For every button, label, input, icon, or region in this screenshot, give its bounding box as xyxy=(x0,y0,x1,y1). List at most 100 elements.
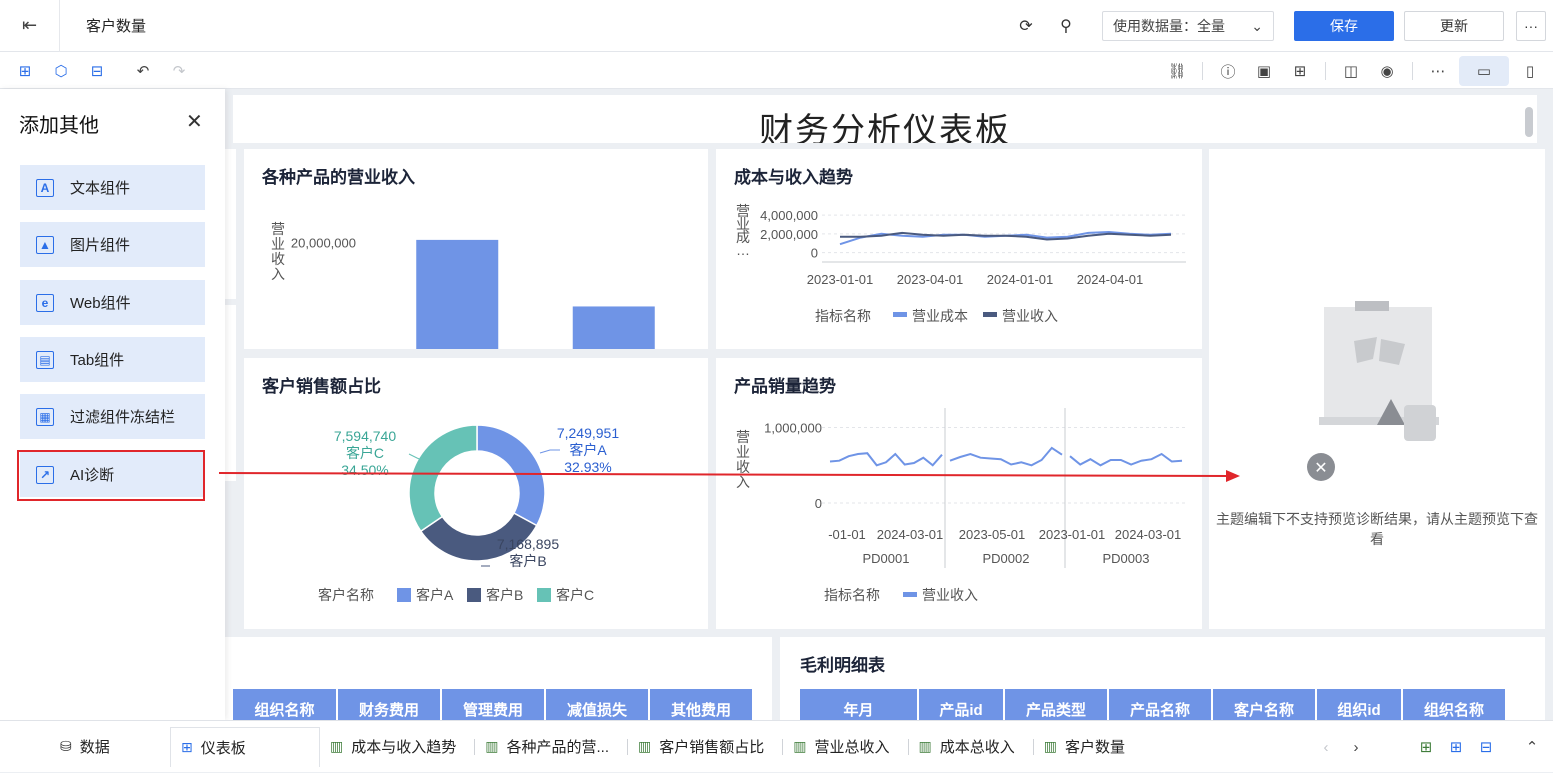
legend-label: 客户C xyxy=(556,587,594,603)
sidebar-item-filter-freeze-component[interactable]: ▦ 过滤组件冻结栏 xyxy=(20,394,205,439)
margin-table-panel[interactable]: 毛利明细表 年月 产品id 产品类型 产品名称 客户名称 组织id 组织名称 xyxy=(780,637,1545,729)
collapse-icon[interactable]: ⌃ xyxy=(1517,732,1547,762)
save-button[interactable]: 保存 xyxy=(1294,11,1394,41)
legend-label: 营业收入 xyxy=(1002,308,1058,324)
legend-label: 客户B xyxy=(486,587,523,603)
ai-diagnosis-panel[interactable]: ✕ 主题编辑下不支持预览诊断结果，请从主题预览下查看 xyxy=(1209,149,1545,629)
cost-trend-panel[interactable]: 成本与收入趋势 4,000,000 2,000,000 0 营业成… 2023-01-0… xyxy=(716,149,1202,349)
preview-icon[interactable]: ◉ xyxy=(1372,56,1402,86)
bar-chart: 20,000,0000营业收入CT0001CT0002 xyxy=(271,221,655,349)
redo-icon[interactable]: ↷ xyxy=(164,56,194,86)
divider xyxy=(1412,62,1413,80)
layout-icon[interactable]: ⊞ xyxy=(1285,56,1315,86)
illustration-tape xyxy=(1355,301,1389,311)
desktop-icon[interactable]: ▭ xyxy=(1459,56,1509,86)
mobile-icon[interactable]: ▯ xyxy=(1515,56,1545,86)
x-tick-label: 2024-03-01 xyxy=(1115,527,1182,542)
add-filter-icon[interactable]: ⬡ xyxy=(46,56,76,86)
bar xyxy=(572,306,655,349)
refresh-icon[interactable]: ⟳ xyxy=(1008,8,1044,44)
x-tick-label: 2023-01-01 xyxy=(807,272,874,287)
text-component-icon: A xyxy=(36,178,54,197)
sidebar-item-tab-component[interactable]: ▤ Tab组件 xyxy=(20,337,205,382)
update-button[interactable]: 更新 xyxy=(1404,11,1504,41)
top-actions: ⟳ ⚲ 使用数据量：全量 ⌄ 保存 更新 ··· xyxy=(1008,0,1553,52)
hidden-panel-left xyxy=(225,305,236,481)
expense-table-panel[interactable]: 组织名称 财务费用 管理费用 减值损失 其他费用 xyxy=(225,637,772,729)
add-story-icon[interactable]: ⊞ xyxy=(1441,732,1471,762)
component-icon: ▥ xyxy=(485,738,499,754)
series-line xyxy=(829,452,943,467)
x-tick-label: 2023-05-01 xyxy=(959,527,1026,542)
add-other-icon[interactable]: ⊟ xyxy=(82,56,112,86)
data-volume-select[interactable]: 使用数据量：全量 ⌄ xyxy=(1102,11,1274,41)
x-tick-label: -01-01 xyxy=(828,527,866,542)
add-dashboard-icon[interactable]: ⊞ xyxy=(1411,732,1441,762)
tab-label: 成本与收入趋势 xyxy=(351,739,457,756)
exit-icon[interactable]: ⇤ xyxy=(0,0,60,52)
facet-label: PD0001 xyxy=(863,551,910,566)
tab-1[interactable]: ⊞ 仪表板 xyxy=(170,726,320,767)
more-icon[interactable]: ··· xyxy=(1516,11,1546,41)
tab-2[interactable]: ▥ 成本与收入趋势 xyxy=(320,727,466,767)
data-volume-label: 使用数据量：全量 xyxy=(1113,18,1225,34)
sidebar-item-text-component[interactable]: A 文本组件 xyxy=(20,165,205,210)
tab-0[interactable]: ⛁ 数据 xyxy=(50,727,170,767)
tab-6[interactable]: ▥ 成本总收入 xyxy=(909,727,1025,767)
tab-4[interactable]: ▥ 客户销售额占比 xyxy=(628,727,774,767)
sidebar-item-image-component[interactable]: ▲ 图片组件 xyxy=(20,222,205,267)
illustration-cup xyxy=(1404,405,1436,441)
tab-label: 各种产品的营... xyxy=(506,739,609,756)
legend-title: 客户名称 xyxy=(318,587,374,603)
product-revenue-panel[interactable]: 各种产品的营业收入 20,000,0000营业收入CT0001CT0002 xyxy=(244,149,708,349)
add-component-icon[interactable]: ⊞ xyxy=(10,56,40,86)
chevron-left-icon[interactable]: ‹ xyxy=(1311,732,1341,762)
sidebar-item-web-component[interactable]: e Web组件 xyxy=(20,280,205,325)
add-report-icon[interactable]: ⊟ xyxy=(1471,732,1501,762)
tab-7[interactable]: ▥ 客户数量 xyxy=(1034,727,1135,767)
line-chart: 4,000,000 2,000,000 0 营业成… 2023-01-01 2023-04… xyxy=(736,203,1186,324)
legend-swatch xyxy=(903,592,917,597)
bottom-tab-bar: ⛁ 数据 ⊞ 仪表板 ▥ 成本与收入趋势 ▥ 各种产品的营... ▥ 客户销售额占比 ▥ 营业总收入 ▥… xyxy=(0,720,1553,772)
label-leader-line xyxy=(539,449,560,454)
customer-share-panel[interactable]: 客户销售额占比 7,249,951 客户A 32.93% 7,594,740 客户C 34… xyxy=(244,358,708,629)
info-icon[interactable]: ⓘ xyxy=(1213,56,1243,86)
y-axis-label: 营业成… xyxy=(736,203,750,258)
diagnosis-message: 主题编辑下不支持预览诊断结果，请从主题预览下查看 xyxy=(1216,511,1538,547)
component-icon: ▥ xyxy=(638,738,652,754)
y-tick-label: 20,000,000 xyxy=(291,235,356,250)
component-icon: ▥ xyxy=(793,738,807,754)
tab-5[interactable]: ▥ 营业总收入 xyxy=(783,727,899,767)
data-label: 7,594,740 xyxy=(334,428,396,444)
legend-swatch xyxy=(983,312,997,317)
more-options-icon[interactable]: ⋯ xyxy=(1423,56,1453,86)
product-sales-panel[interactable]: 产品销量趋势 1,000,000 0 营业收入 -01-01 2024-03-01 202… xyxy=(716,358,1202,629)
data-label: 7,249,951 xyxy=(557,425,619,441)
legend-title: 指标名称 xyxy=(815,308,871,324)
pie-chart: 7,249,951客户A32.93%7,594,740客户C34.50%7,16… xyxy=(318,424,619,603)
lineage-icon[interactable]: ⚲ xyxy=(1048,8,1084,44)
diagnosis-illustration: ✕ xyxy=(1307,301,1439,481)
image-icon[interactable]: ▣ xyxy=(1249,56,1279,86)
split-icon[interactable]: ◫ xyxy=(1336,56,1366,86)
data-label: 34.50% xyxy=(341,462,388,478)
add-other-sidebar: 添加其他 ✕ A 文本组件 ▲ 图片组件 e Web组件 ▤ Tab组件 ▦ 过滤组件冻结栏 ↗ AI… xyxy=(0,89,225,720)
divider xyxy=(1202,62,1203,80)
tab-3[interactable]: ▥ 各种产品的营... xyxy=(475,727,619,767)
divider xyxy=(1325,62,1326,80)
image-component-icon: ▲ xyxy=(36,235,54,254)
chevron-right-icon[interactable]: › xyxy=(1341,732,1371,762)
component-icon: ▥ xyxy=(330,738,344,754)
link-icon[interactable]: ⛓ xyxy=(1162,56,1192,86)
data-label: 7,168,895 xyxy=(497,536,559,552)
series-line xyxy=(840,231,1172,241)
undo-icon[interactable]: ↶ xyxy=(128,56,158,86)
close-icon[interactable]: ✕ xyxy=(186,109,203,134)
dashboard-title-bar: 财务分析仪表板 xyxy=(233,95,1537,143)
legend-label: 营业成本 xyxy=(912,308,968,324)
dashboard-canvas: 财务分析仪表板 各种产品的营业收入 20,000,0000营业收入CT0001C… xyxy=(225,89,1553,729)
scrollbar[interactable] xyxy=(1525,107,1533,137)
sidebar-item-label: 文本组件 xyxy=(70,180,131,197)
y-axis-label: 营业收入 xyxy=(271,221,285,282)
tab-label: 营业总收入 xyxy=(814,739,890,756)
